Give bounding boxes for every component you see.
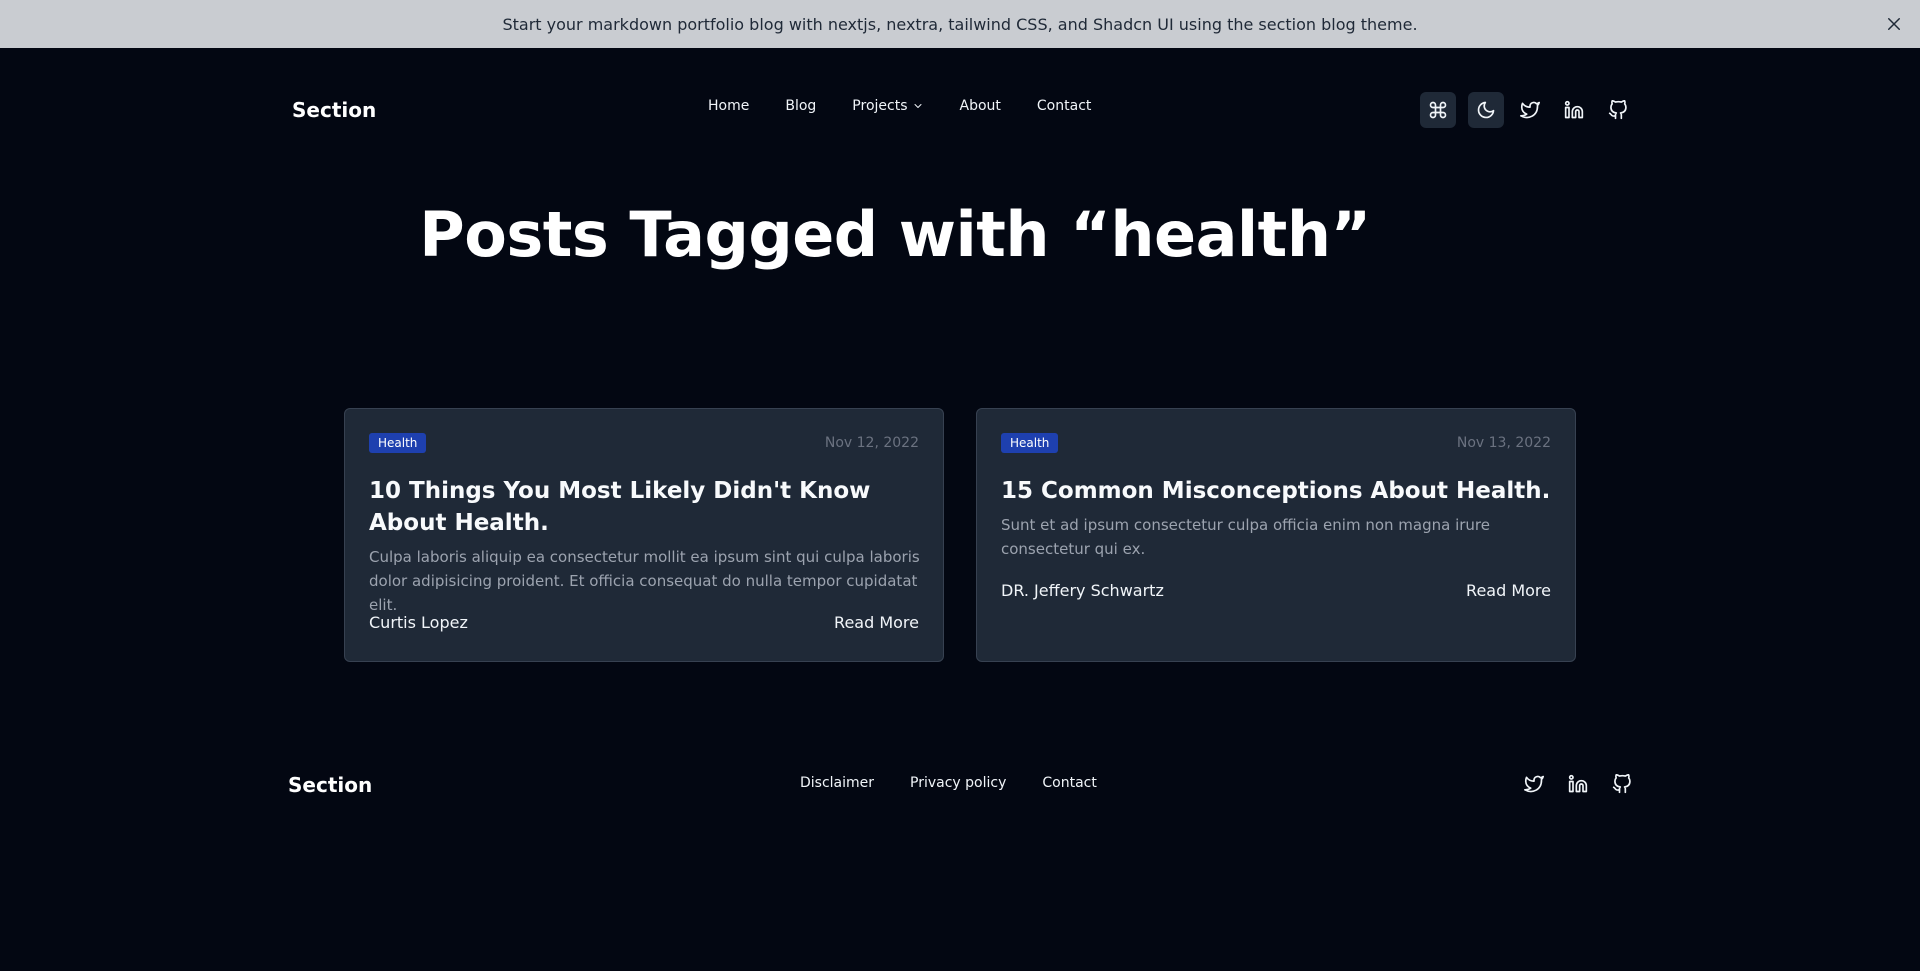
post-title[interactable]: 10 Things You Most Likely Didn't Know Ab…	[369, 475, 921, 539]
tag-badge[interactable]: Health	[369, 433, 427, 453]
nav-projects[interactable]: Projects	[852, 98, 923, 114]
post-date: Nov 13, 2022	[1456, 435, 1551, 451]
nav-blog[interactable]: Blog	[785, 98, 816, 114]
post-card[interactable]: Health Nov 13, 2022 15 Common Misconcept…	[976, 408, 1576, 662]
post-title[interactable]: 15 Common Misconceptions About Health.	[1001, 475, 1553, 507]
nav-home[interactable]: Home	[708, 98, 749, 114]
banner-text: Start your markdown portfolio blog with …	[502, 14, 1418, 34]
theme-toggle-button[interactable]	[1468, 92, 1504, 128]
github-link[interactable]	[1600, 92, 1636, 128]
post-description: Sunt et ad ipsum consectetur culpa offic…	[1001, 516, 1490, 558]
nav-about[interactable]: About	[960, 98, 1001, 114]
page-title: Posts Tagged with “health”	[419, 198, 1371, 271]
read-more-link[interactable]: Read More	[1466, 581, 1551, 600]
linkedin-link[interactable]	[1556, 92, 1592, 128]
close-icon	[1888, 18, 1900, 30]
nav-contact[interactable]: Contact	[1037, 98, 1091, 114]
chevron-down-icon	[914, 104, 921, 108]
post-author: Curtis Lopez	[369, 613, 468, 632]
read-more-link[interactable]: Read More	[834, 613, 919, 632]
github-icon	[1608, 100, 1627, 120]
nav-projects-label: Projects	[852, 98, 908, 114]
footer-nav: Disclaimer Privacy policy Contact	[800, 775, 1133, 791]
footer-link-disclaimer[interactable]: Disclaimer	[800, 775, 874, 791]
footer-github-link[interactable]	[1604, 766, 1640, 802]
footer-link-contact[interactable]: Contact	[1042, 775, 1096, 791]
twitter-link[interactable]	[1512, 92, 1548, 128]
twitter-icon	[1524, 775, 1544, 793]
command-menu-button[interactable]	[1420, 92, 1456, 128]
github-icon	[1612, 774, 1631, 794]
post-card[interactable]: Health Nov 12, 2022 10 Things You Most L…	[344, 408, 944, 662]
post-author: DR. Jeffery Schwartz	[1001, 581, 1164, 600]
footer-link-privacy-policy[interactable]: Privacy policy	[910, 775, 1006, 791]
banner-close-button[interactable]	[1880, 10, 1908, 38]
linkedin-icon	[1564, 100, 1584, 119]
announcement-banner: Start your markdown portfolio blog with …	[0, 0, 1920, 48]
main-nav: Home Blog Projects About Contact	[708, 98, 1091, 114]
footer-twitter-link[interactable]	[1516, 766, 1552, 802]
post-date: Nov 12, 2022	[824, 435, 919, 451]
post-description: Culpa laboris aliquip ea consectetur mol…	[369, 548, 920, 614]
footer-linkedin-link[interactable]	[1560, 766, 1596, 802]
moon-icon	[1477, 101, 1495, 119]
footer-logo[interactable]: Section	[288, 773, 372, 797]
header-logo[interactable]: Section	[292, 98, 376, 122]
command-icon	[1429, 101, 1447, 119]
tag-badge[interactable]: Health	[1001, 433, 1059, 453]
twitter-icon	[1520, 101, 1540, 119]
linkedin-icon	[1568, 774, 1588, 793]
